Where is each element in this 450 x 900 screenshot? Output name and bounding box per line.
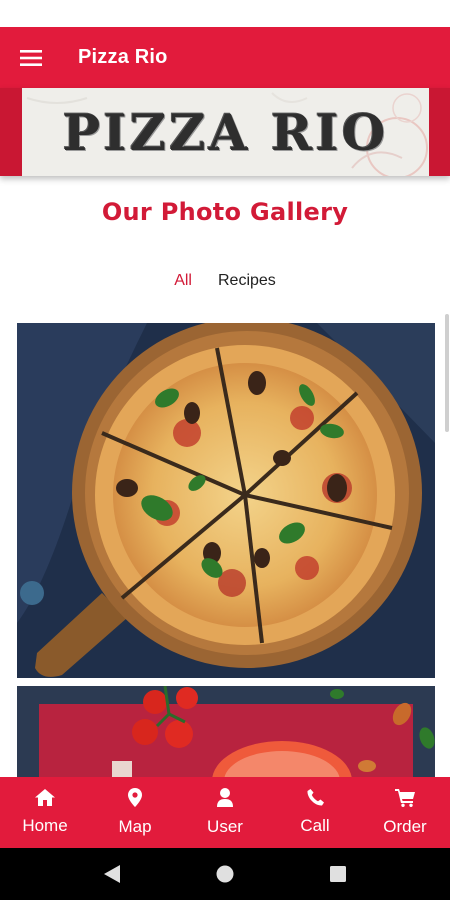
nav-call[interactable]: Call: [270, 777, 360, 848]
banner: PIZZA RIO: [0, 88, 450, 176]
phone-icon: [306, 789, 324, 806]
banner-text: PIZZA RIO: [62, 102, 389, 162]
back-icon[interactable]: [104, 865, 120, 883]
home-circle-icon[interactable]: [216, 865, 234, 883]
status-bar: [0, 0, 450, 27]
tomato-photo-image: [17, 686, 435, 781]
gallery-title: Our Photo Gallery: [101, 198, 349, 226]
app-title: Pizza Rio: [78, 46, 168, 68]
gallery-photo[interactable]: [17, 686, 435, 781]
gallery-filters: All Recipes: [0, 272, 450, 290]
user-icon: [217, 788, 233, 807]
nav-order-label: Order: [383, 816, 427, 836]
hamburger-menu-icon: [20, 49, 42, 66]
menu-button[interactable]: [0, 27, 62, 88]
cart-icon: [395, 788, 415, 807]
bottom-nav: Home Map User Call Order: [0, 777, 450, 848]
home-icon: [35, 789, 55, 806]
app-bar: Pizza Rio: [0, 27, 450, 88]
nav-map[interactable]: Map: [90, 777, 180, 848]
pizza-photo-image: [17, 323, 435, 678]
nav-order[interactable]: Order: [360, 777, 450, 848]
nav-home-label: Home: [22, 816, 68, 835]
nav-user-label: User: [207, 817, 243, 836]
app-screen: Pizza Rio PIZZA RIO Our Photo Gallery Al…: [0, 0, 450, 900]
filter-all[interactable]: All: [174, 272, 192, 290]
nav-map-label: Map: [118, 817, 152, 836]
filter-recipes[interactable]: Recipes: [218, 272, 276, 290]
nav-home[interactable]: Home: [0, 777, 90, 848]
map-pin-icon: [128, 788, 142, 807]
gallery-photo[interactable]: [17, 323, 435, 678]
banner-logo: PIZZA RIO: [22, 88, 429, 176]
scrollbar[interactable]: [445, 314, 449, 432]
recents-icon[interactable]: [330, 866, 346, 882]
system-nav-bar: [0, 848, 450, 900]
nav-user[interactable]: User: [180, 777, 270, 848]
nav-call-label: Call: [300, 816, 330, 835]
